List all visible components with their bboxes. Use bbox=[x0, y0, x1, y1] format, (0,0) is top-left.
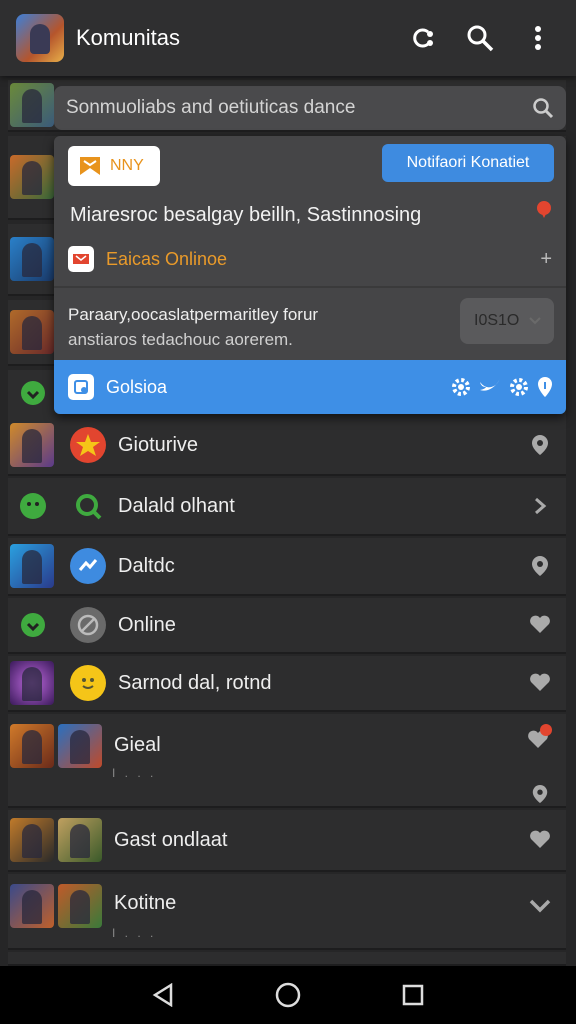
system-navigation-bar bbox=[0, 966, 576, 1024]
community-card: NNY Notifaori Konatiet Miaresroc besalga… bbox=[54, 136, 566, 414]
messenger-icon bbox=[70, 548, 106, 584]
more-vert-icon bbox=[535, 26, 541, 50]
game-thumbnail bbox=[10, 884, 54, 928]
home-icon bbox=[275, 982, 301, 1008]
game-thumbnail bbox=[58, 818, 102, 862]
android-icon bbox=[18, 491, 48, 521]
smiley-icon bbox=[70, 665, 106, 701]
status-offline-icon bbox=[70, 607, 106, 643]
search-bar[interactable] bbox=[54, 86, 566, 130]
location-pin-icon[interactable] bbox=[520, 425, 560, 465]
row-label: Gieal bbox=[114, 734, 161, 756]
game-thumbnail bbox=[10, 310, 54, 354]
star-icon bbox=[70, 427, 106, 463]
heart-alert-icon bbox=[528, 724, 552, 748]
game-thumbnail bbox=[10, 237, 54, 281]
bird-icon[interactable] bbox=[478, 376, 502, 398]
row-label: Dalald olhant bbox=[118, 494, 235, 517]
row-label: Kotitne bbox=[114, 892, 177, 914]
toggle-dropdown[interactable]: I0S1O bbox=[460, 298, 554, 344]
list-item[interactable]: Dalald olhant bbox=[8, 478, 566, 536]
game-thumbnail bbox=[10, 544, 54, 588]
settings-icon[interactable] bbox=[450, 376, 472, 398]
action-bar[interactable]: Golsioa bbox=[54, 360, 566, 414]
row-subtitle: I . . . bbox=[112, 766, 157, 780]
location-pin-icon[interactable] bbox=[520, 546, 560, 586]
chevron-down-icon[interactable] bbox=[520, 886, 560, 926]
row-label: Online bbox=[118, 613, 176, 636]
game-thumbnail bbox=[58, 884, 102, 928]
chat-bubble-icon bbox=[18, 378, 48, 408]
brand-badge[interactable]: NNY bbox=[68, 146, 160, 186]
gear-icon[interactable] bbox=[508, 376, 530, 398]
info-pin-icon[interactable] bbox=[536, 376, 554, 398]
app-logo bbox=[16, 14, 64, 62]
chevron-down-icon bbox=[529, 317, 542, 325]
search-icon[interactable] bbox=[532, 97, 554, 119]
page-title: Komunitas bbox=[76, 25, 180, 50]
back-icon bbox=[152, 983, 172, 1007]
edit-icon bbox=[68, 374, 94, 400]
badge-label: NNY bbox=[110, 157, 144, 174]
home-button[interactable] bbox=[268, 975, 308, 1015]
app-bar: Komunitas bbox=[0, 0, 576, 76]
chevron-right-icon[interactable] bbox=[520, 486, 560, 526]
game-thumbnail bbox=[10, 818, 54, 862]
game-thumbnail bbox=[10, 724, 54, 768]
divider bbox=[54, 286, 566, 288]
row-label: Gast ondlaat bbox=[114, 828, 228, 851]
description-line: Paraary,oocaslatpermaritley forur bbox=[68, 305, 319, 324]
game-thumbnail bbox=[58, 724, 102, 768]
list-item[interactable]: Sarnod dal, rotnd bbox=[8, 656, 566, 712]
heart-icon[interactable] bbox=[520, 605, 560, 645]
list-item[interactable]: Gioturive bbox=[8, 416, 566, 476]
app-badge-icon bbox=[68, 246, 94, 272]
search-button[interactable] bbox=[458, 16, 502, 60]
red-pin-icon bbox=[537, 201, 551, 218]
heart-icon[interactable] bbox=[520, 820, 560, 860]
row-subtitle: I . . . bbox=[112, 926, 157, 940]
back-button[interactable] bbox=[143, 975, 183, 1015]
search-icon bbox=[467, 25, 494, 52]
game-thumbnail bbox=[10, 661, 54, 705]
row-label: Gioturive bbox=[118, 433, 199, 456]
list-item[interactable] bbox=[8, 952, 566, 966]
add-icon[interactable]: + bbox=[540, 248, 552, 271]
share-button[interactable] bbox=[400, 16, 444, 60]
chat-bubble-icon bbox=[18, 610, 48, 640]
list-item[interactable]: Gieal bbox=[8, 714, 566, 808]
description-line: anstiaros tedachouc aorerem. bbox=[68, 330, 293, 349]
overflow-menu-button[interactable] bbox=[516, 16, 560, 60]
row-label: Daltdc bbox=[118, 554, 175, 577]
game-thumbnail bbox=[10, 155, 54, 199]
refresh-search-icon bbox=[70, 488, 106, 524]
row-label: Sarnod dal, rotnd bbox=[118, 671, 272, 694]
notification-button[interactable]: Notifaori Konatiet bbox=[382, 144, 554, 182]
online-label: Eaicas Onlinoe bbox=[106, 248, 228, 269]
bookmark-icon bbox=[80, 157, 100, 175]
search-input[interactable] bbox=[66, 97, 532, 119]
card-description: Paraary,oocaslatpermaritley forur anstia… bbox=[68, 302, 438, 352]
toggle-value: I0S1O bbox=[474, 312, 520, 329]
action-label: Golsioa bbox=[106, 376, 168, 397]
online-status[interactable]: Eaicas Onlinoe bbox=[68, 246, 227, 272]
recents-button[interactable] bbox=[393, 975, 433, 1015]
share-icon bbox=[413, 28, 433, 48]
heart-icon[interactable] bbox=[520, 663, 560, 703]
game-thumbnail bbox=[10, 83, 54, 127]
list-item[interactable]: Gast ondlaat bbox=[8, 810, 566, 872]
game-thumbnail bbox=[10, 423, 54, 467]
list-item[interactable]: Online bbox=[8, 598, 566, 654]
list-item[interactable]: Kotitne bbox=[8, 874, 566, 950]
card-headline: Miaresroc besalgay beilln, Sastinnosing bbox=[70, 204, 422, 226]
notification-indicators[interactable] bbox=[520, 724, 560, 804]
location-pin-icon bbox=[532, 785, 548, 803]
recents-icon bbox=[403, 984, 424, 1006]
list-item[interactable]: Daltdc bbox=[8, 538, 566, 596]
